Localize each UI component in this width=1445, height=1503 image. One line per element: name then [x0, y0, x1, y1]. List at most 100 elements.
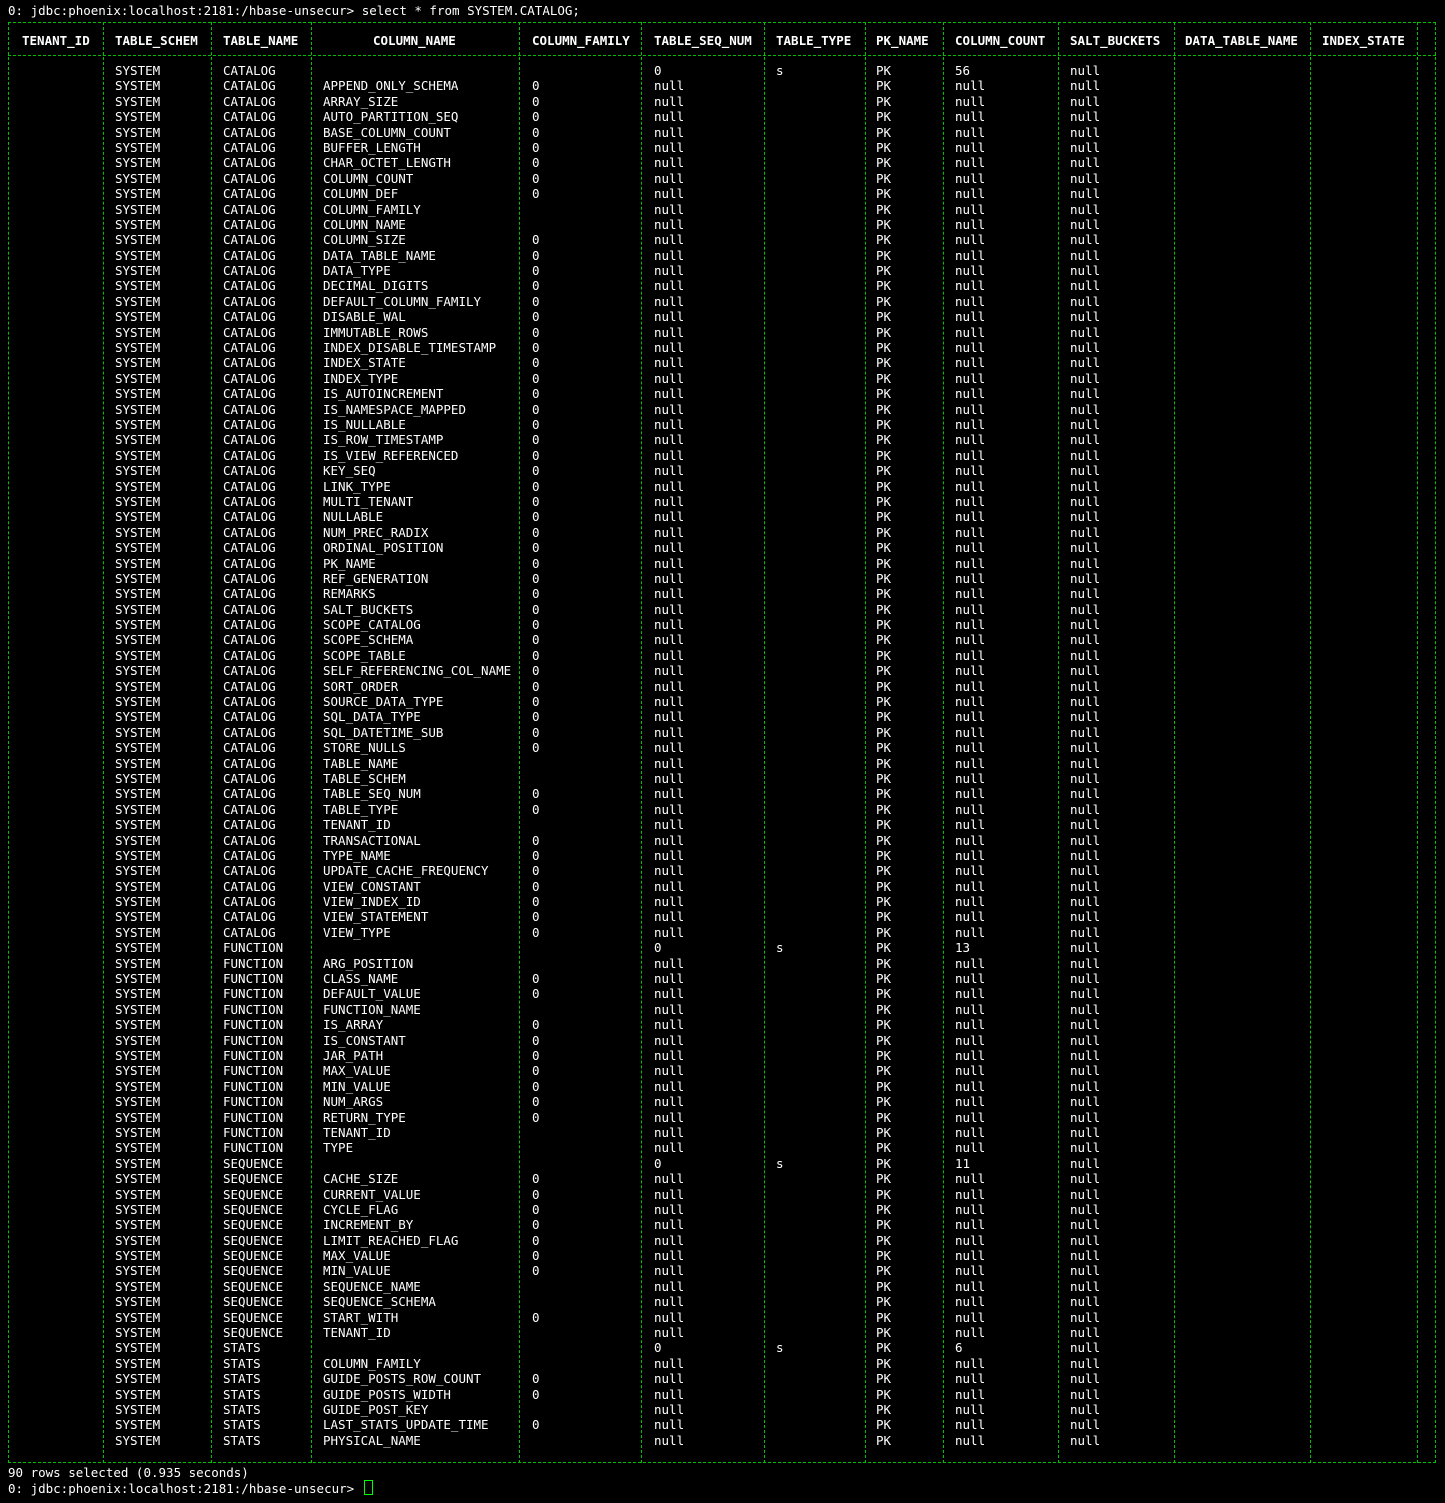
cell-salt-buckets: null	[1070, 924, 1101, 940]
cell-column-family: 0	[532, 878, 540, 894]
cell-table-name: SEQUENCE	[223, 1248, 284, 1264]
cell-table-name: CATALOG	[223, 740, 276, 756]
table-row: SYSTEM CATALOG PK_NAME 0 null PK null null	[0, 556, 1445, 571]
cell-table-schem: SYSTEM	[115, 1094, 161, 1110]
cell-salt-buckets: null	[1070, 801, 1101, 817]
prompt-line[interactable]: 0: jdbc:phoenix:localhost:2181:/hbase-un…	[8, 1480, 373, 1496]
cell-column-name: STORE_NULLS	[323, 740, 406, 756]
cell-pk-name: PK	[876, 155, 892, 171]
table-row: SYSTEM CATALOG SQL_DATETIME_SUB 0 null PK null…	[0, 725, 1445, 740]
cell-pk-name: PK	[876, 1417, 892, 1433]
cell-column-count: null	[955, 401, 986, 417]
table-row: SYSTEM CATALOG KEY_SEQ 0 null PK null null	[0, 463, 1445, 478]
cell-column-count: null	[955, 416, 986, 432]
cell-table-type: s	[776, 63, 784, 78]
cell-pk-name: PK	[876, 1232, 892, 1248]
cell-column-count: 11	[955, 1155, 971, 1171]
cell-table-name: CATALOG	[223, 894, 276, 910]
cell-salt-buckets: null	[1070, 293, 1101, 309]
cell-salt-buckets: null	[1070, 817, 1101, 833]
table-row: SYSTEM CATALOG LINK_TYPE 0 null PK null null	[0, 479, 1445, 494]
cell-column-name: CHAR_OCTET_LENGTH	[323, 155, 451, 171]
cell-column-name: CYCLE_FLAG	[323, 1201, 399, 1217]
cell-pk-name: PK	[876, 786, 892, 802]
cell-pk-name: PK	[876, 1048, 892, 1063]
cell-table-name: CATALOG	[223, 109, 276, 125]
cell-column-name: IS_CONSTANT	[323, 1032, 406, 1048]
cell-table-schem: SYSTEM	[115, 155, 161, 171]
cell-column-family: 0	[532, 93, 540, 109]
cell-salt-buckets: null	[1070, 1309, 1101, 1325]
cell-column-count: null	[955, 1263, 986, 1279]
cell-column-name: IS_ARRAY	[323, 1017, 384, 1033]
cell-table-name: STATS	[223, 1417, 261, 1433]
cell-pk-name: PK	[876, 509, 892, 525]
cell-table-seq-num: null	[654, 740, 685, 756]
cell-salt-buckets: null	[1070, 493, 1101, 509]
cell-column-name: TRANSACTIONAL	[323, 832, 421, 848]
cell-pk-name: PK	[876, 1248, 892, 1264]
cell-table-seq-num: null	[654, 170, 685, 186]
cell-table-name: STATS	[223, 1371, 261, 1387]
cell-column-family: 0	[532, 678, 540, 694]
cell-pk-name: PK	[876, 1340, 892, 1356]
cell-column-name: PK_NAME	[323, 555, 376, 571]
cell-column-family: 0	[532, 1109, 540, 1125]
cell-column-name: INDEX_STATE	[323, 355, 406, 371]
cell-pk-name: PK	[876, 493, 892, 509]
cell-table-schem: SYSTEM	[115, 509, 161, 525]
cell-table-name: CATALOG	[223, 93, 276, 109]
cell-table-schem: SYSTEM	[115, 586, 161, 602]
table-row: SYSTEM CATALOG BASE_COLUMN_COUNT 0 null PK nul…	[0, 125, 1445, 140]
cell-table-seq-num: null	[654, 755, 685, 771]
cell-column-count: null	[955, 1401, 986, 1417]
terminal-window[interactable]: 0: jdbc:phoenix:localhost:2181:/hbase-un…	[0, 0, 1445, 1503]
cell-column-name: GUIDE_POSTS_WIDTH	[323, 1386, 451, 1402]
cell-table-seq-num: null	[654, 324, 685, 340]
cell-column-name: RETURN_TYPE	[323, 1109, 406, 1125]
cell-pk-name: PK	[876, 1001, 892, 1017]
cell-salt-buckets: null	[1070, 1248, 1101, 1264]
cell-column-name: REMARKS	[323, 586, 376, 602]
cell-table-seq-num: null	[654, 1124, 685, 1140]
cell-table-name: CATALOG	[223, 401, 276, 417]
table-row: SYSTEM CATALOG SCOPE_TABLE 0 null PK null null	[0, 648, 1445, 663]
cell-table-seq-num: null	[654, 770, 685, 786]
cell-salt-buckets: null	[1070, 139, 1101, 155]
cell-column-count: null	[955, 1386, 986, 1402]
cell-table-seq-num: null	[654, 1201, 685, 1217]
cell-column-name: TABLE_SCHEM	[323, 770, 406, 786]
table-row: SYSTEM CATALOG CHAR_OCTET_LENGTH 0 null PK nul…	[0, 155, 1445, 170]
cell-pk-name: PK	[876, 801, 892, 817]
cell-table-schem: SYSTEM	[115, 1309, 161, 1325]
cell-pk-name: PK	[876, 632, 892, 648]
cell-column-count: null	[955, 678, 986, 694]
cell-column-name: TABLE_NAME	[323, 755, 399, 771]
cell-column-family: 0	[532, 1063, 540, 1079]
table-row: SYSTEM CATALOG REF_GENERATION 0 null PK null nu…	[0, 571, 1445, 586]
cell-salt-buckets: null	[1070, 770, 1101, 786]
cell-pk-name: PK	[876, 1309, 892, 1325]
cell-pk-name: PK	[876, 555, 892, 571]
cell-column-count: null	[955, 1078, 986, 1094]
cell-column-count: null	[955, 1109, 986, 1125]
cell-table-name: CATALOG	[223, 355, 276, 371]
table-row: SYSTEM CATALOG MULTI_TENANT 0 null PK null null	[0, 494, 1445, 509]
cell-salt-buckets: null	[1070, 370, 1101, 386]
cell-table-schem: SYSTEM	[115, 1186, 161, 1202]
cell-pk-name: PK	[876, 93, 892, 109]
cell-table-schem: SYSTEM	[115, 170, 161, 186]
cell-column-count: null	[955, 386, 986, 402]
cell-column-count: null	[955, 170, 986, 186]
cell-salt-buckets: null	[1070, 1294, 1101, 1310]
cell-salt-buckets: null	[1070, 324, 1101, 340]
table-row: SYSTEM FUNCTION NUM_ARGS 0 null PK null null	[0, 1094, 1445, 1109]
cell-table-name: CATALOG	[223, 878, 276, 894]
cell-salt-buckets: null	[1070, 278, 1101, 294]
cell-table-name: SEQUENCE	[223, 1232, 284, 1248]
table-row: SYSTEM FUNCTION FUNCTION_NAME null PK null nul…	[0, 1002, 1445, 1017]
cell-table-schem: SYSTEM	[115, 924, 161, 940]
cell-column-count: null	[955, 1124, 986, 1140]
cell-column-count: null	[955, 894, 986, 910]
cell-table-name: FUNCTION	[223, 955, 284, 971]
